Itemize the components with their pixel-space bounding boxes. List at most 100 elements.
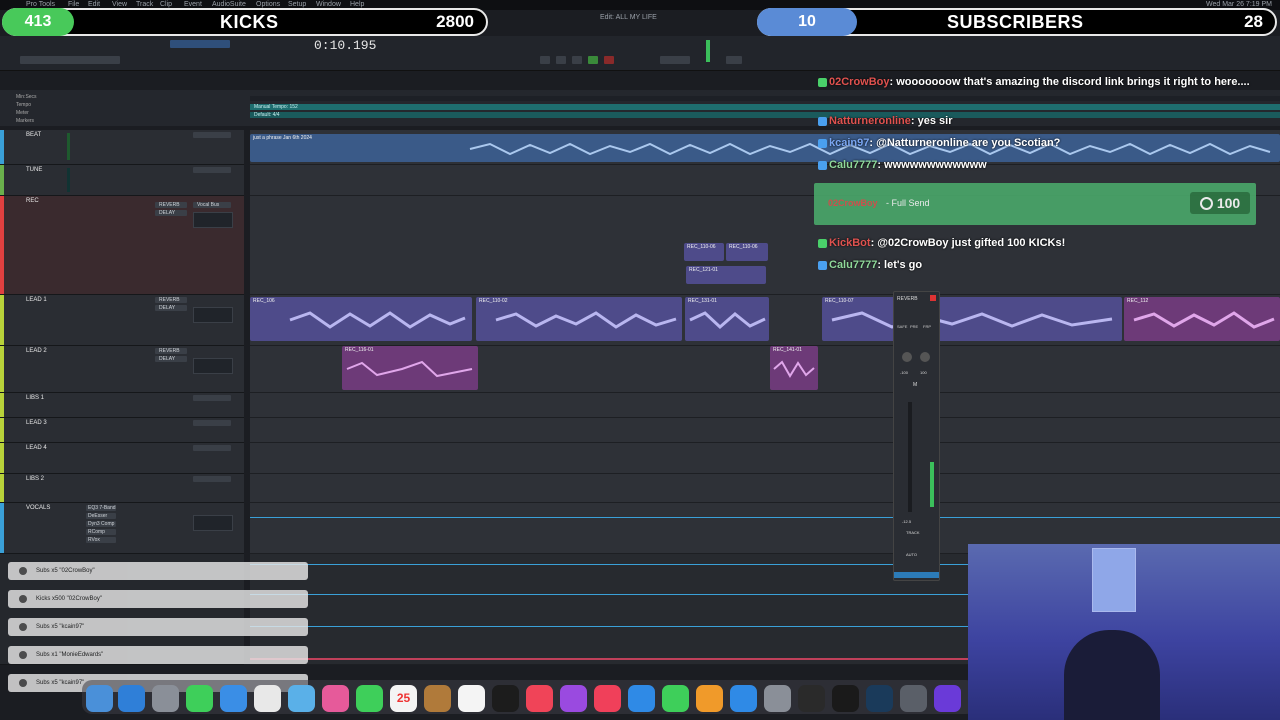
stop-button[interactable] [572, 56, 582, 64]
iconnectivity-icon[interactable] [798, 685, 825, 712]
track-beat[interactable]: BEAT [0, 130, 244, 165]
audio-app-icon[interactable] [866, 685, 893, 712]
track-name[interactable]: REC [26, 198, 39, 204]
clip-lead1[interactable]: REC_110-07 [822, 297, 1122, 341]
lane-lead-3[interactable] [250, 418, 1280, 443]
track-io[interactable] [193, 132, 231, 138]
clip-lead1[interactable]: REC_106 [250, 297, 472, 341]
lane-libs-2[interactable] [250, 474, 1280, 503]
track-tune[interactable]: TUNE [0, 165, 244, 196]
insert-slot-2[interactable]: DELAY [155, 210, 187, 216]
music-icon[interactable] [526, 685, 553, 712]
clip-lead2[interactable]: REC_141-01 [770, 346, 818, 390]
record-button[interactable] [604, 56, 614, 64]
track-rec[interactable]: REC REVERB DELAY Vocal Bus [0, 196, 244, 295]
insert-slot-3[interactable]: Dyn3 Comp [86, 521, 116, 527]
track-name[interactable]: LEAD 2 [26, 348, 47, 354]
lane-lead-4[interactable] [250, 443, 1280, 474]
menu-item[interactable]: Window [316, 1, 341, 8]
track-lead-3[interactable]: LEAD 3 [0, 418, 244, 443]
insert-slot-1[interactable]: REVERB [155, 348, 187, 354]
clip-rec[interactable]: REC_121-01 [686, 266, 766, 284]
lane-lead-1[interactable]: REC_106 REC_110-02 REC_131-01 REC_110-07… [250, 295, 1280, 346]
track-name[interactable]: TUNE [26, 167, 42, 173]
track-lead-4[interactable]: LEAD 4 [0, 443, 244, 474]
menu-item[interactable]: Edit [88, 1, 100, 8]
insert-slot-1[interactable]: REVERB [155, 202, 187, 208]
track-io[interactable] [193, 167, 231, 173]
track-output[interactable]: Vocal Bus [193, 202, 231, 208]
menu-item[interactable]: Clip [160, 1, 172, 8]
volume-pan-box[interactable] [193, 358, 233, 374]
output-window[interactable]: REVERB SAFE PRE FRP -100 100 M -12.5 TRA… [893, 291, 940, 581]
rewind-button[interactable] [540, 56, 550, 64]
meter-ruler[interactable]: Default: 4/4 [250, 112, 1280, 118]
clip-lead1[interactable]: REC_110-02 [476, 297, 682, 341]
reminders-icon[interactable] [458, 685, 485, 712]
menu-item[interactable]: Pro Tools [26, 1, 55, 8]
clip-rec[interactable]: REC_110-06 [684, 243, 724, 261]
menu-item[interactable]: AudioSuite [212, 1, 246, 8]
track-io[interactable] [193, 420, 231, 426]
menu-item[interactable]: Help [350, 1, 364, 8]
insert-slot-5[interactable]: RVox [86, 537, 116, 543]
track-name[interactable]: VOCALS [26, 505, 50, 511]
clip-lead2[interactable]: REC_116-01 [342, 346, 478, 390]
main-counter[interactable]: 0:10.195 [314, 38, 376, 53]
utility-icon[interactable] [900, 685, 927, 712]
volume-pan-box[interactable] [193, 515, 233, 531]
insert-slot-1[interactable]: REVERB [155, 297, 187, 303]
loop-button[interactable] [660, 56, 690, 64]
notes-icon[interactable] [254, 685, 281, 712]
mute-button[interactable]: M [913, 382, 917, 388]
keynote-icon[interactable] [628, 685, 655, 712]
podcasts-icon[interactable] [560, 685, 587, 712]
menu-item[interactable]: View [112, 1, 127, 8]
finder-icon[interactable] [86, 685, 113, 712]
volume-pan-box[interactable] [193, 212, 233, 228]
track-io[interactable] [193, 395, 231, 401]
system-settings-icon[interactable] [764, 685, 791, 712]
volume-pan-box[interactable] [193, 307, 233, 323]
track-lead-1[interactable]: LEAD 1 REVERB DELAY [0, 295, 244, 346]
insert-slot-1[interactable]: EQ3 7-Band [86, 505, 116, 511]
play-button[interactable] [588, 56, 598, 64]
menu-item[interactable]: Options [256, 1, 280, 8]
track-name[interactable]: LEAD 1 [26, 297, 47, 303]
pan-knob-left[interactable] [902, 352, 912, 362]
contacts-icon[interactable] [424, 685, 451, 712]
automation-line[interactable] [250, 517, 1280, 518]
track-io[interactable] [193, 476, 231, 482]
track-lead-2[interactable]: LEAD 2 REVERB DELAY [0, 346, 244, 393]
messages-icon[interactable] [186, 685, 213, 712]
zoom-button[interactable] [726, 56, 742, 64]
calendar-icon[interactable]: 25 [390, 685, 417, 712]
photos-icon[interactable] [288, 685, 315, 712]
clip-rec[interactable]: REC_110-06 [726, 243, 768, 261]
fast-forward-button[interactable] [556, 56, 566, 64]
tempo-ruler[interactable]: Manual Tempo: 152 [250, 104, 1280, 110]
mail-icon[interactable] [220, 685, 247, 712]
clip-lead1[interactable]: REC_131-01 [685, 297, 769, 341]
track-libs-1[interactable]: LIBS 1 [0, 393, 244, 418]
edit-mode-buttons[interactable] [20, 56, 120, 64]
apple-tv-icon[interactable] [492, 685, 519, 712]
volume-fader[interactable] [908, 402, 912, 512]
track-io[interactable] [193, 445, 231, 451]
insert-slot-2[interactable]: DeEsser [86, 513, 116, 519]
safari-icon[interactable] [118, 685, 145, 712]
lane-libs-1[interactable] [250, 393, 1280, 418]
timeline-ruler[interactable] [250, 96, 1280, 101]
numbers-icon[interactable] [662, 685, 689, 712]
insert-slot-2[interactable]: DELAY [155, 356, 187, 362]
pro-tools-icon[interactable] [934, 685, 961, 712]
pan-knob-right[interactable] [920, 352, 930, 362]
menu-item[interactable]: File [68, 1, 79, 8]
pages-icon[interactable] [696, 685, 723, 712]
facetime-icon[interactable] [356, 685, 383, 712]
track-vocals[interactable]: VOCALS EQ3 7-Band DeEsser Dyn3 Comp RCom… [0, 503, 244, 554]
track-name[interactable]: LIBS 1 [26, 395, 44, 401]
ilok-icon[interactable] [832, 685, 859, 712]
photo-app-icon[interactable] [322, 685, 349, 712]
track-name[interactable]: LEAD 4 [26, 445, 47, 451]
